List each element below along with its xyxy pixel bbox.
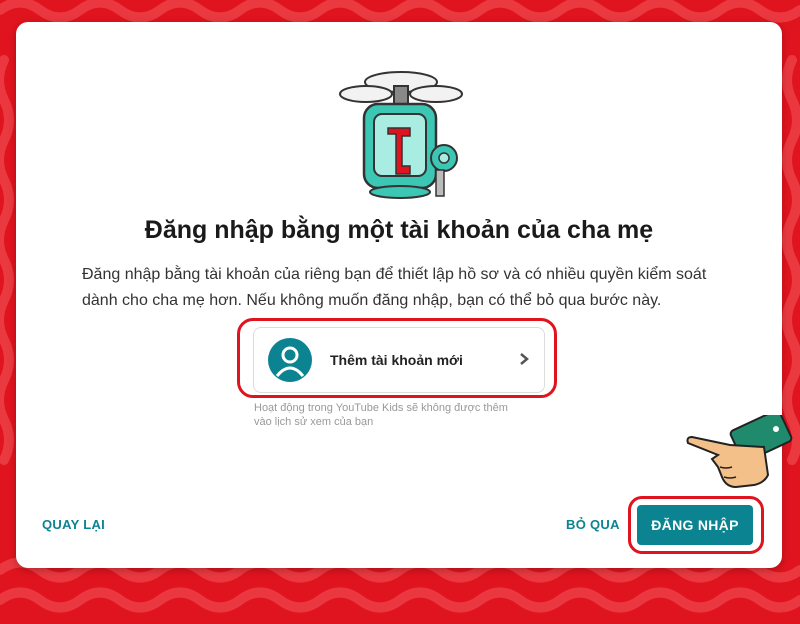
page-description: Đăng nhập bằng tài khoản của riêng bạn đ… bbox=[82, 266, 707, 309]
robot-key-illustration bbox=[339, 71, 463, 199]
page-title: Đăng nhập bằng một tài khoản của cha mẹ bbox=[144, 216, 654, 244]
add-account-highlight bbox=[237, 318, 557, 398]
skip-button[interactable]: BỎ QUA bbox=[566, 517, 620, 532]
pointing-hand-icon bbox=[686, 415, 793, 489]
history-note: Hoạt động trong YouTube Kids sẽ không đư… bbox=[254, 402, 508, 428]
login-dialog: Đăng nhập bằng một tài khoản của cha mẹ … bbox=[16, 22, 793, 568]
back-button[interactable]: QUAY LẠI bbox=[42, 517, 105, 532]
